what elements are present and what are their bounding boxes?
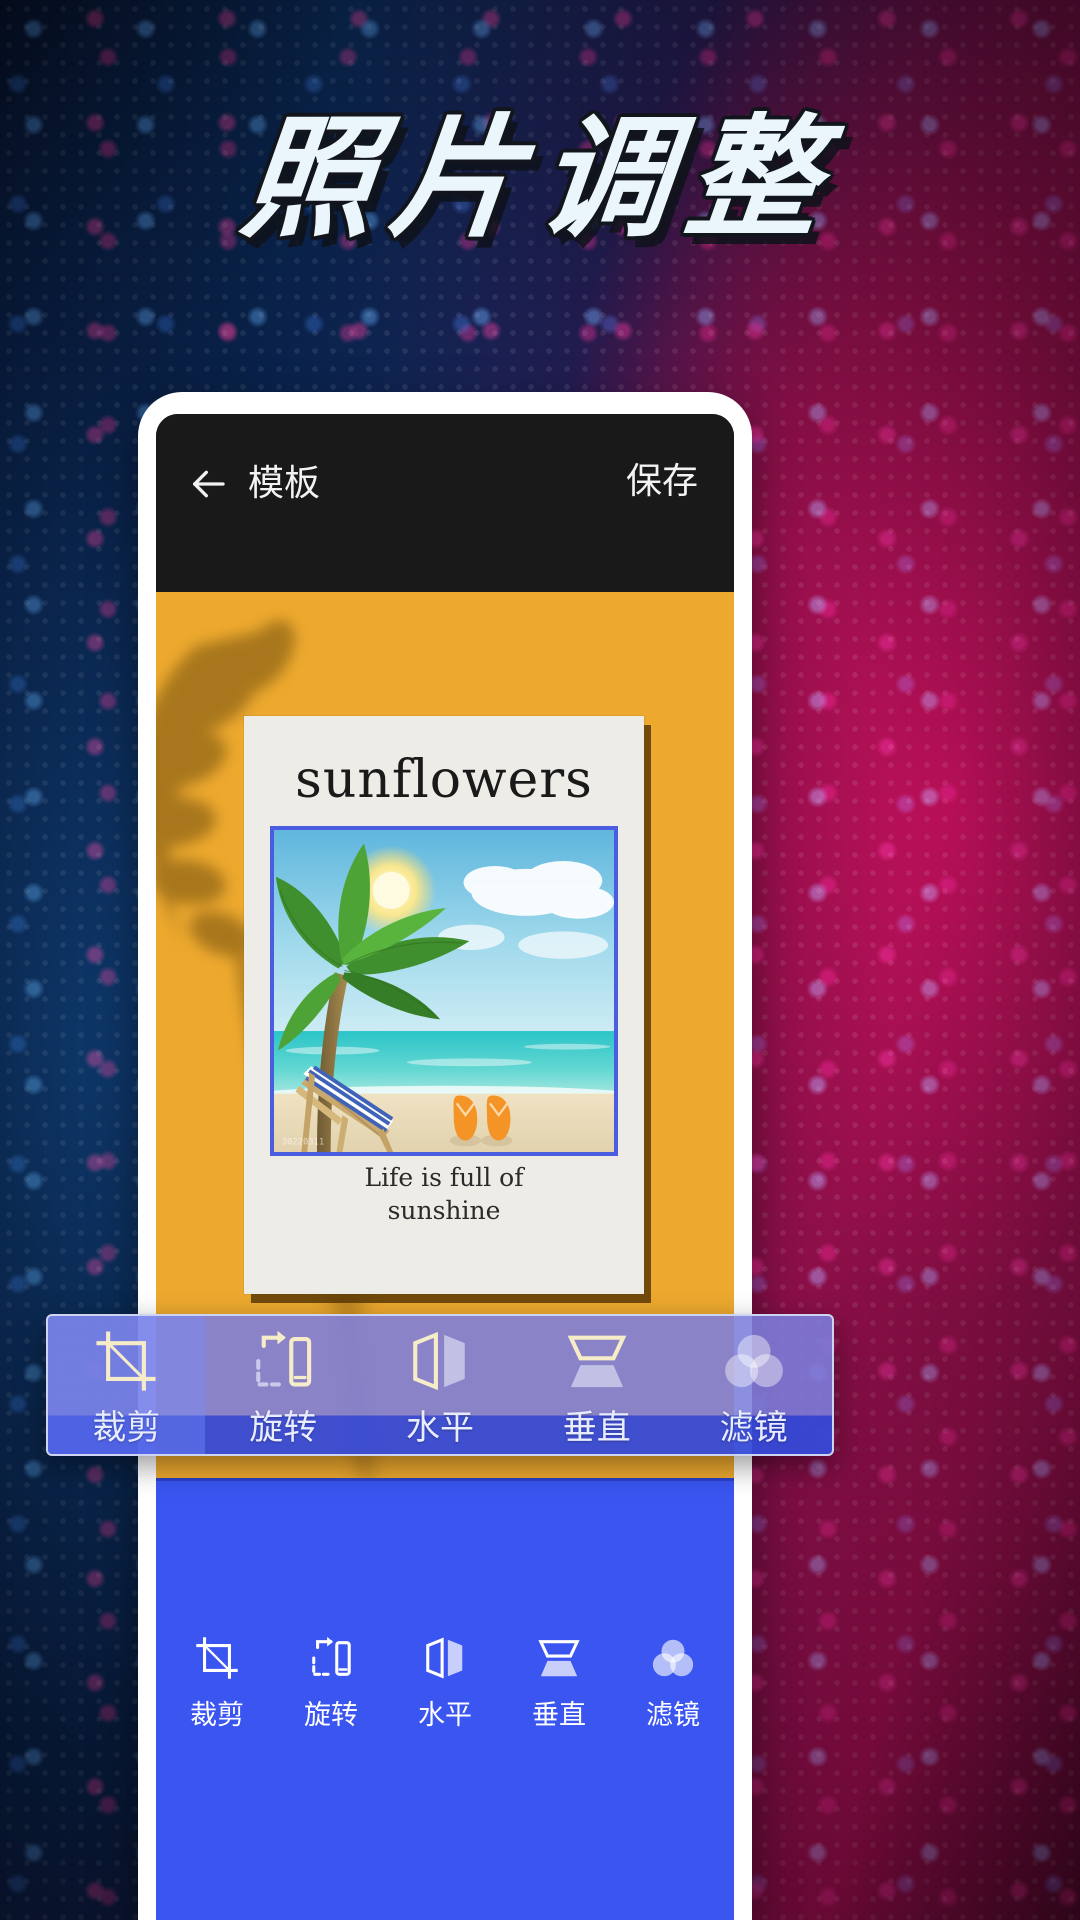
page-title: 模板 (248, 463, 321, 504)
callout-label-crop: 裁剪 (92, 1408, 161, 1448)
rotate-icon (250, 1328, 316, 1394)
beach-photo-icon: 30220311 (274, 830, 614, 1152)
toolbar-label-filter: 滤镜 (646, 1700, 700, 1731)
toolbar-callout: 裁剪 旋转 水平 垂直 滤镜 (46, 1314, 834, 1456)
toolbar-label-flip-horizontal: 水平 (418, 1700, 472, 1731)
toolbar-item-crop[interactable]: 裁剪 (161, 1635, 273, 1732)
toolbar-item-filter[interactable]: 滤镜 (617, 1635, 729, 1732)
save-button[interactable]: 保存 (626, 464, 698, 500)
flip-vertical-icon (564, 1328, 630, 1394)
callout-item-rotate[interactable]: 旋转 (205, 1316, 362, 1454)
flip-horizontal-icon (422, 1635, 468, 1681)
app-bar: 模板 保存 (156, 414, 734, 592)
toolbar-item-flip-vertical[interactable]: 垂直 (503, 1635, 615, 1732)
phone-mockup: 模板 保存 sunflowers 30220311 Life is full o… (138, 392, 752, 1920)
back-arrow-icon[interactable] (188, 464, 228, 504)
svg-text:30220311: 30220311 (282, 1137, 324, 1147)
toolbar-label-rotate: 旋转 (304, 1700, 358, 1731)
filter-circles-icon (721, 1328, 787, 1394)
callout-label-flip-horizontal: 水平 (405, 1408, 474, 1448)
poster-title: sunflowers (295, 750, 593, 810)
callout-item-flip-horizontal[interactable]: 水平 (362, 1316, 519, 1454)
toolbar-item-flip-horizontal[interactable]: 水平 (389, 1635, 501, 1732)
rotate-icon (308, 1635, 354, 1681)
promo-headline: 照片调整 (235, 101, 844, 256)
poster-caption-line-2: sunshine (387, 1196, 501, 1226)
poster-card[interactable]: sunflowers 30220311 Life is full of suns… (244, 716, 644, 1294)
callout-label-rotate: 旋转 (249, 1408, 318, 1448)
toolbar-label-flip-vertical: 垂直 (532, 1700, 586, 1731)
editor-toolbar: 裁剪 旋转 水平 垂直 滤镜 (156, 1478, 734, 1920)
app-bar-left-group: 模板 (188, 464, 320, 504)
phone-screen: 模板 保存 sunflowers 30220311 Life is full o… (156, 414, 734, 1920)
poster-photo-frame[interactable]: 30220311 (270, 826, 618, 1156)
filter-circles-icon (650, 1635, 696, 1681)
callout-label-filter: 滤镜 (719, 1408, 788, 1448)
toolbar-item-rotate[interactable]: 旋转 (275, 1635, 387, 1732)
poster-caption-line-1: Life is full of (364, 1162, 524, 1192)
callout-item-flip-vertical[interactable]: 垂直 (518, 1316, 675, 1454)
crop-icon (93, 1328, 159, 1394)
toolbar-label-crop: 裁剪 (190, 1700, 244, 1731)
callout-item-filter[interactable]: 滤镜 (675, 1316, 832, 1454)
flip-horizontal-icon (407, 1328, 473, 1394)
callout-label-flip-vertical: 垂直 (562, 1408, 631, 1448)
callout-item-crop[interactable]: 裁剪 (48, 1316, 205, 1454)
poster-caption: Life is full of sunshine (244, 1161, 644, 1229)
crop-icon (194, 1635, 240, 1681)
flip-vertical-icon (536, 1635, 582, 1681)
